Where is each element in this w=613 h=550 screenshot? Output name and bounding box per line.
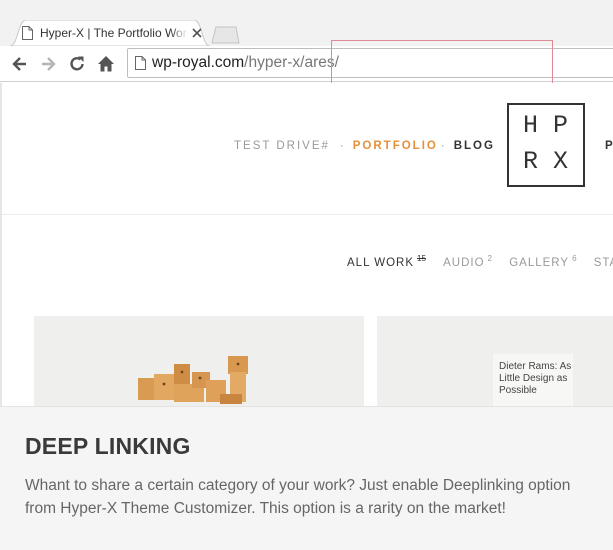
filter-label: AUDIO [443, 257, 485, 269]
book-cover-text: Dieter Rams: As Little Design as Possibl… [499, 361, 572, 396]
filter-sta[interactable]: STA [594, 257, 613, 269]
filter-gallery[interactable]: GALLERY 6 [509, 254, 577, 269]
filter-audio[interactable]: AUDIO 2 [443, 254, 492, 269]
filter-label: ALL WORK [347, 257, 415, 269]
back-arrow-icon[interactable] [10, 54, 30, 74]
logo-letter: P [553, 111, 569, 140]
url-path: /hyper-x/ares/ [244, 54, 339, 71]
feature-caption-panel: DEEP LINKING Whant to share a certain ca… [0, 406, 613, 550]
caption-title: DEEP LINKING [25, 433, 191, 459]
nav-item-cut[interactable]: P [605, 140, 613, 152]
new-tab-button[interactable] [210, 26, 240, 44]
nav-blog[interactable]: BLOG [454, 140, 495, 152]
url-text[interactable]: wp-royal.com/hyper-x/ares/ [152, 54, 339, 72]
nav-separator: · [339, 140, 346, 152]
browser-tab[interactable]: Hyper-X | The Portfolio WordPress Theme [10, 20, 210, 46]
site-header: TEST DRIVE# · PORTFOLIO · BLOG H P R X P [2, 83, 613, 215]
filter-label: GALLERY [509, 257, 570, 269]
filter-count: 6 [572, 254, 577, 263]
url-highlight-annotation [331, 40, 553, 85]
reload-icon[interactable] [67, 54, 87, 74]
logo-letter: R [523, 147, 539, 176]
filter-label: STA [593, 257, 613, 269]
nav-separator: · [440, 140, 447, 152]
filter-all-work[interactable]: ALL WORK 15 [347, 254, 426, 269]
main-nav: TEST DRIVE# · PORTFOLIO · BLOG [234, 140, 495, 152]
portfolio-filters: ALL WORK15 AUDIO2 GALLERY6 STA [347, 254, 613, 269]
page-icon [22, 26, 33, 40]
nav-portfolio[interactable]: PORTFOLIO [353, 140, 438, 152]
nav-test-drive[interactable]: TEST DRIVE# [234, 140, 330, 152]
home-icon[interactable] [96, 54, 116, 74]
forward-arrow-icon[interactable] [38, 54, 58, 74]
filter-count: 2 [487, 254, 492, 263]
tab-title: Hyper-X | The Portfolio WordPress Theme [40, 26, 188, 40]
close-icon[interactable] [192, 28, 202, 38]
filter-count: 15 [417, 254, 426, 263]
page-icon [135, 56, 146, 70]
logo-letter: H [523, 111, 539, 140]
url-host: wp-royal.com [152, 54, 245, 71]
site-logo[interactable]: H P R X [507, 103, 585, 187]
logo-letter: X [553, 147, 569, 176]
caption-text: Whant to share a certain category of you… [25, 477, 571, 517]
